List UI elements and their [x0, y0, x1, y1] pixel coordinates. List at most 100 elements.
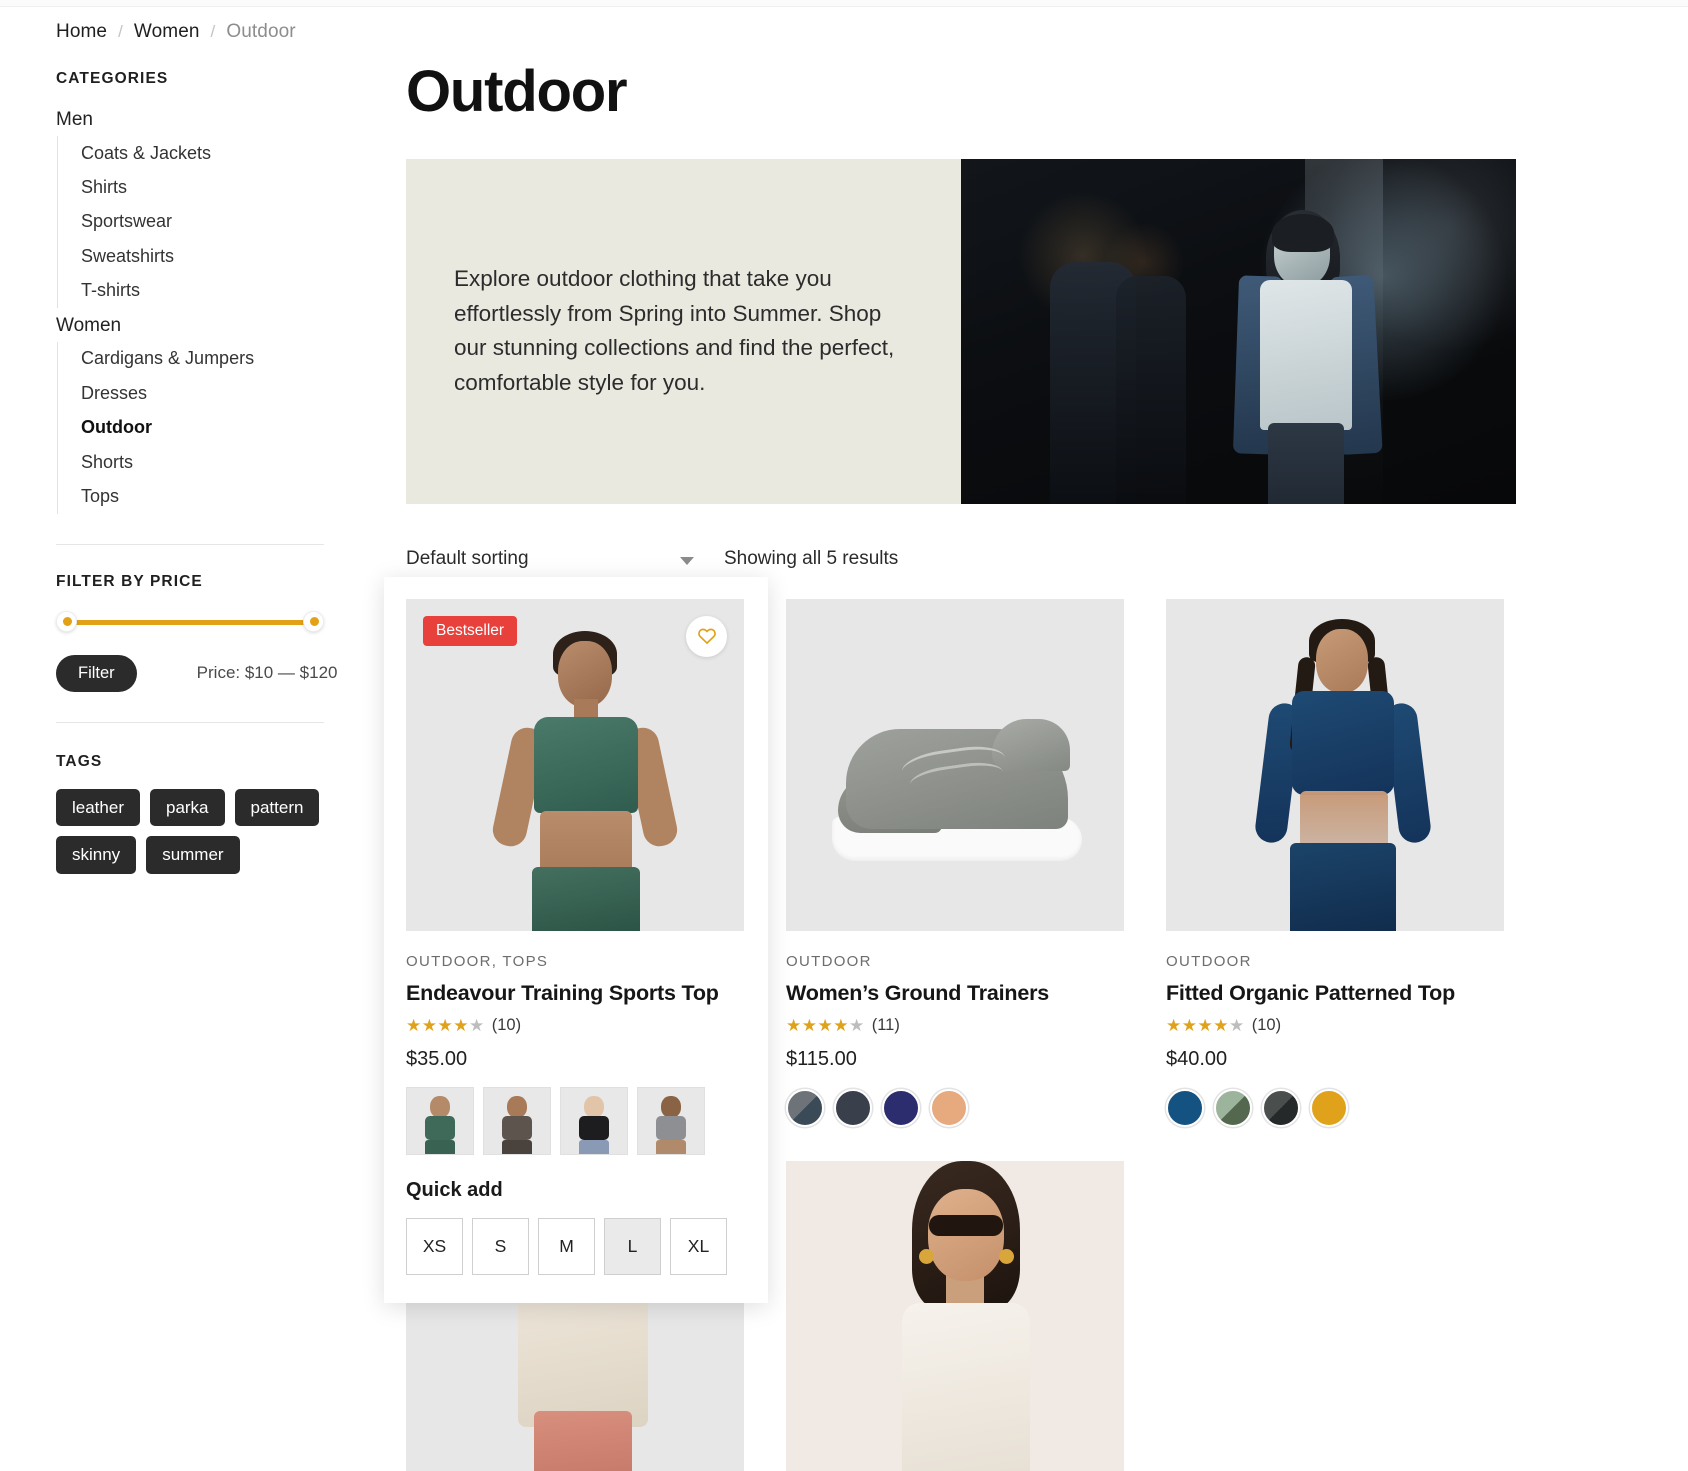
sidebar-item-tops[interactable]: Tops [81, 480, 326, 514]
hero-text-panel: Explore outdoor clothing that take you e… [406, 158, 961, 504]
main-content: Outdoor Explore outdoor clothing that ta… [384, 59, 1616, 1471]
product-image[interactable] [786, 1160, 1124, 1471]
tags-block: TAGS leather parka pattern skinny summer [56, 753, 326, 874]
variant-thumbnail[interactable] [637, 1086, 705, 1155]
sidebar-item-sportswear[interactable]: Sportswear [81, 205, 326, 239]
sidebar-item-outdoor[interactable]: Outdoor [81, 411, 326, 445]
page-title: Outdoor [406, 59, 628, 124]
sidebar-item-women[interactable]: Women [56, 310, 326, 342]
product-card[interactable]: OUTDOOR Fitted Organic Patterned Top ★★★… [1166, 598, 1526, 1127]
color-swatches [786, 1088, 1146, 1127]
product-name[interactable]: Fitted Organic Patterned Top [1166, 981, 1526, 1006]
breadcrumb-separator: / [118, 22, 123, 41]
breadcrumb: Home / Women / Outdoor [56, 21, 296, 43]
category-group-men: Men Coats & Jackets Shirts Sportswear Sw… [56, 104, 326, 308]
slider-handle-min[interactable] [56, 610, 77, 632]
category-children-men: Coats & Jackets Shirts Sportswear Sweats… [57, 136, 326, 308]
color-swatch[interactable] [1310, 1088, 1348, 1127]
color-swatch[interactable] [930, 1088, 968, 1127]
variant-thumbnail[interactable] [483, 1086, 551, 1155]
color-swatch[interactable] [786, 1088, 824, 1127]
product-category: OUTDOOR [1166, 952, 1252, 970]
product-name[interactable]: Endeavour Training Sports Top [406, 981, 746, 1006]
wishlist-heart-icon[interactable] [686, 615, 727, 657]
breadcrumb-item-women[interactable]: Women [134, 21, 200, 43]
product-image[interactable] [786, 598, 1124, 931]
tag-pattern[interactable]: pattern [234, 788, 320, 827]
product-price: $35.00 [406, 1047, 468, 1070]
sidebar-item-shorts[interactable]: Shorts [81, 445, 326, 479]
bestseller-badge: Bestseller [423, 615, 518, 646]
category-children-women: Cardigans & Jumpers Dresses Outdoor Shor… [57, 341, 326, 514]
product-rating: ★★★★★ (11) [786, 1016, 1146, 1035]
tag-parka[interactable]: parka [149, 788, 225, 827]
review-count: (10) [491, 1015, 522, 1034]
product-grid: Bestseller OUTDOOR, TOPS Endeavour Train… [384, 576, 1516, 1471]
filter-by-price-block: FILTER BY PRICE Filter Price: $10 — $120 [56, 572, 337, 692]
variant-thumbnail[interactable] [406, 1086, 474, 1155]
sorting-select[interactable]: Default sorting [406, 548, 706, 570]
breadcrumb-item-outdoor: Outdoor [226, 21, 296, 42]
product-category: OUTDOOR, TOPS [406, 952, 549, 970]
results-count: Showing all 5 results [724, 547, 899, 569]
product-photo-placeholder [786, 598, 1124, 931]
hero-image [961, 158, 1516, 504]
tags-list: leather parka pattern skinny summer [56, 788, 324, 874]
color-swatch[interactable] [1166, 1088, 1204, 1127]
variant-thumbnail[interactable] [560, 1086, 628, 1155]
product-price: $40.00 [1166, 1047, 1228, 1070]
star-rating-icon: ★★★★★ [406, 1015, 485, 1035]
hero-banner: Explore outdoor clothing that take you e… [406, 158, 1516, 504]
categories-heading: CATEGORIES [56, 70, 169, 87]
size-selector: XS S M L XL [406, 1217, 746, 1275]
tag-summer[interactable]: summer [146, 836, 240, 874]
slider-handle-max[interactable] [303, 610, 324, 632]
product-rating: ★★★★★ (10) [406, 1016, 746, 1035]
size-button-l[interactable]: L [604, 1217, 661, 1275]
sorting-selected-label: Default sorting [406, 547, 529, 569]
price-range-label: Price: $10 — $120 [196, 663, 338, 683]
filter-price-heading: FILTER BY PRICE [56, 572, 203, 590]
color-swatch[interactable] [1214, 1088, 1252, 1127]
size-button-m[interactable]: M [538, 1217, 595, 1275]
top-strip [0, 0, 1688, 7]
filter-button[interactable]: Filter [56, 654, 137, 692]
sidebar-item-tshirts[interactable]: T-shirts [81, 274, 326, 308]
slider-track [64, 619, 316, 625]
color-swatch[interactable] [1262, 1088, 1300, 1127]
color-swatch[interactable] [834, 1088, 872, 1127]
tag-leather[interactable]: leather [56, 788, 140, 827]
sidebar-item-shirts[interactable]: Shirts [81, 170, 326, 204]
product-name[interactable]: Women’s Ground Trainers [786, 981, 1146, 1006]
product-card[interactable]: OUTDOOR Women’s Ground Trainers ★★★★★ (1… [786, 598, 1146, 1127]
review-count: (11) [871, 1015, 900, 1034]
breadcrumb-separator: / [210, 22, 216, 41]
product-image[interactable]: Bestseller [406, 598, 744, 931]
sort-bar: Default sorting Showing all 5 results [406, 544, 1616, 574]
sidebar-item-dresses[interactable]: Dresses [81, 376, 326, 410]
sidebar-item-sweatshirts[interactable]: Sweatshirts [81, 239, 326, 273]
price-range-slider[interactable] [56, 610, 324, 633]
sidebar-item-cardigans-jumpers[interactable]: Cardigans & Jumpers [81, 342, 326, 376]
star-rating-icon: ★★★★★ [1166, 1015, 1245, 1035]
product-photo-placeholder [1166, 598, 1504, 931]
quick-add-label: Quick add [406, 1178, 503, 1201]
product-image[interactable] [1166, 598, 1504, 931]
tag-skinny[interactable]: skinny [56, 836, 137, 874]
breadcrumb-item-home[interactable]: Home [56, 21, 107, 43]
product-listing-page: Home / Women / Outdoor CATEGORIES Men Co… [0, 0, 1688, 1471]
size-button-s[interactable]: S [472, 1217, 529, 1275]
star-rating-icon: ★★★★★ [786, 1015, 865, 1035]
sidebar-item-coats-jackets[interactable]: Coats & Jackets [81, 136, 326, 170]
product-card[interactable]: Bestseller OUTDOOR, TOPS Endeavour Train… [384, 576, 768, 1303]
quick-add-overlay: Bestseller OUTDOOR, TOPS Endeavour Train… [384, 576, 768, 1303]
sidebar-divider [56, 721, 324, 723]
size-button-xl[interactable]: XL [670, 1217, 727, 1275]
color-swatches [1166, 1088, 1526, 1127]
size-button-xs[interactable]: XS [406, 1217, 463, 1275]
variant-thumbnails [406, 1086, 746, 1155]
sidebar-item-men[interactable]: Men [56, 104, 326, 136]
color-swatch[interactable] [882, 1088, 920, 1127]
product-rating: ★★★★★ (10) [1166, 1016, 1526, 1035]
product-card[interactable] [786, 1160, 1146, 1471]
